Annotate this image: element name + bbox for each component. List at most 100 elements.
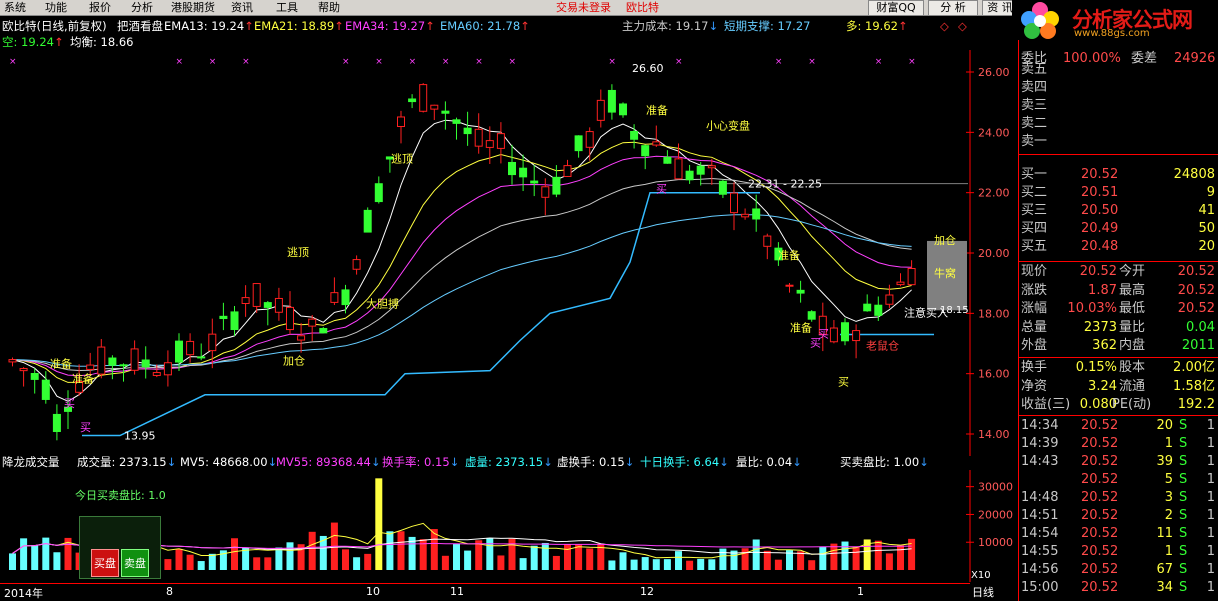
candle-body	[796, 289, 805, 294]
sell-level-2: 卖二	[1021, 116, 1048, 131]
stats-row: 外盘 362 内盘 2011	[1019, 337, 1218, 355]
volume-bar	[342, 549, 349, 570]
candle-body	[763, 235, 772, 247]
signal-marker: ×	[875, 57, 883, 67]
buy-level-label: 买一	[1021, 167, 1048, 182]
buy-level-row: 买二 20.51 9	[1019, 184, 1218, 202]
signal-marker: ×	[908, 57, 916, 67]
candle-body	[874, 304, 883, 316]
price-chart[interactable]: × × × × × × × × × × × × × × × × 准备准备买买加仓逃顶大胆搏逃顶加仓准备小心变盘…	[0, 50, 1016, 456]
ten-day-turnover-value: 十日换手: 6.64↓	[640, 455, 729, 469]
ema13-value: EMA13: 19.24↑	[164, 19, 254, 33]
buy-level-price: 20.51	[1081, 185, 1119, 200]
stats2-row: 净资 3.24 流通 1.58亿	[1019, 378, 1218, 396]
candle-body	[652, 141, 661, 146]
stat-label: 内盘	[1119, 338, 1146, 354]
signal-marker: ×	[9, 57, 17, 67]
candle-body	[419, 84, 428, 112]
signal-marker: ×	[176, 57, 184, 67]
volume-bar	[552, 555, 560, 570]
buy-order-button[interactable]: 买盘	[91, 549, 119, 577]
stats-row: 总量 2373 量比 0.04	[1019, 319, 1218, 337]
collapse-chart-icon[interactable]: ◇	[940, 19, 949, 34]
candle-body	[263, 302, 272, 308]
period-daily-tab[interactable]: 日线	[972, 584, 994, 600]
buy-level-volume: 50	[1198, 221, 1215, 236]
tick-row: 14:51 20.52 2 S 1	[1019, 507, 1218, 525]
candle-body	[619, 103, 627, 116]
y-tick-label: 16.00	[978, 368, 1010, 381]
candle-body	[108, 357, 117, 366]
buy-level-volume: 9	[1206, 185, 1215, 200]
logo-url: www.88gs.com	[1074, 28, 1150, 39]
y-tick-label: 24.00	[978, 126, 1010, 139]
volume-indicator-title[interactable]: 降龙成交量	[2, 455, 60, 470]
candle-body	[863, 303, 872, 312]
volume-bar	[308, 531, 316, 570]
volume-bar	[375, 478, 383, 570]
volume-bar	[575, 544, 583, 570]
trade-login-link[interactable]: 交易未登录	[556, 1, 611, 15]
volume-bar	[719, 548, 727, 570]
ema34-value: EMA34: 19.27↑	[345, 19, 435, 33]
signal-marker: ×	[775, 57, 783, 67]
signal-marker: ×	[608, 57, 616, 67]
candle-body	[552, 176, 561, 195]
menu-news[interactable]: 资讯	[231, 1, 253, 15]
menu-analysis[interactable]: 分析	[131, 1, 153, 15]
menu-function[interactable]: 功能	[45, 1, 67, 15]
chart-annotation: 老鼠仓	[866, 339, 899, 353]
menu-help[interactable]: 帮助	[318, 1, 340, 15]
menu-quote[interactable]: 报价	[89, 1, 111, 15]
virtual-turnover-value: 虚换手: 0.15↓	[557, 455, 635, 469]
candle-body	[807, 311, 816, 320]
candle-body	[208, 333, 217, 352]
candle-body	[730, 192, 738, 214]
candle-body	[374, 183, 383, 203]
tick-time: 15:00	[1021, 580, 1059, 595]
volume-bar	[9, 553, 16, 570]
sell-level-5: 卖五	[1021, 62, 1048, 77]
mv55-value: MV55: 89368.44↓	[276, 455, 381, 469]
candle-body	[785, 284, 794, 287]
tick-count: 1	[1206, 544, 1215, 559]
date-axis: 2014年 8 10 11 12 1	[0, 583, 970, 601]
menu-tools[interactable]: 工具	[276, 1, 298, 15]
sell-order-button[interactable]: 卖盘	[121, 549, 149, 577]
tick-side: S	[1179, 580, 1188, 595]
volume-bar	[353, 557, 361, 570]
menu-hk-futures[interactable]: 港股期货	[171, 1, 215, 15]
divider	[1019, 261, 1218, 262]
chart-annotation: 大胆搏	[366, 296, 399, 310]
stats-row: 现价 20.52 今开 20.52	[1019, 263, 1218, 281]
last-price-label: 18.15	[940, 305, 969, 316]
stat-value: 10.03%	[1067, 301, 1117, 317]
tick-time: 14:43	[1021, 454, 1059, 469]
divider	[1019, 357, 1218, 358]
y-tick-label: 22.00	[978, 187, 1010, 200]
candle-body	[674, 158, 683, 180]
tick-volume: 11	[1156, 526, 1173, 541]
stat-value: 362	[1092, 338, 1117, 354]
volume-bar	[741, 548, 749, 570]
analysis-button[interactable]: 分 析	[928, 0, 978, 16]
buy-level-price: 20.49	[1081, 221, 1119, 236]
candle-body	[463, 127, 472, 135]
stat-value: 20.52	[1177, 264, 1215, 279]
signal-marker: ×	[808, 57, 816, 67]
candle-body	[641, 145, 650, 157]
candle-body	[341, 289, 350, 306]
candle-body	[97, 346, 106, 375]
menu-system[interactable]: 系统	[4, 1, 26, 15]
wealth-qq-button[interactable]: 财富QQ	[868, 0, 924, 16]
tick-row: 14:48 20.52 3 S 1	[1019, 489, 1218, 507]
stock-name-link[interactable]: 欧比特	[626, 1, 659, 15]
short-support-value: 短期支撑: 17.27	[724, 19, 811, 33]
buy-level-label: 买二	[1021, 185, 1048, 200]
close-chart-icon[interactable]: ◇	[958, 19, 967, 34]
volume-y-axis: 30000 20000 10000 X10	[971, 481, 1013, 581]
indicator-name[interactable]: 把酒看盘	[117, 19, 163, 34]
support-step-line	[82, 191, 760, 437]
today-ratio-label: 今日买卖盘比: 1.0	[75, 489, 166, 502]
tick-count: 1	[1206, 562, 1215, 577]
